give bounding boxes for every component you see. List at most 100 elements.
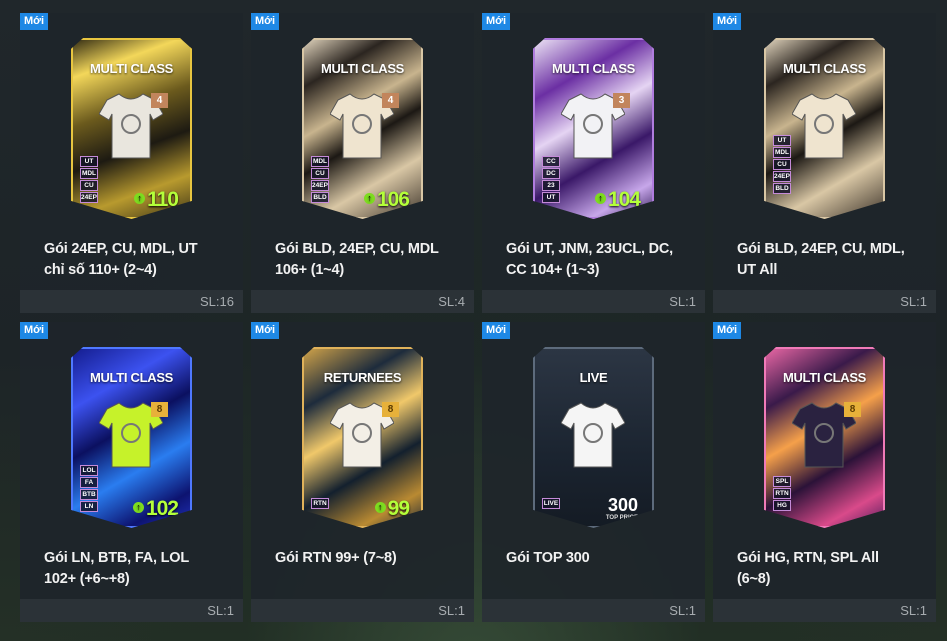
arrow-up-icon: ↑ bbox=[363, 192, 375, 204]
new-badge: Mới bbox=[482, 13, 511, 30]
pack-card-art[interactable]: MULTI CLASS 3 CC DC 23 UT ↑ 104 OVR bbox=[533, 38, 654, 219]
season-tag: MDL bbox=[773, 147, 791, 158]
pack-title: Gói 24EP, CU, MDL, UT chỉ số 110+ (2~4) bbox=[44, 239, 240, 281]
new-badge: Mới bbox=[20, 322, 49, 339]
top-price-value: 300 bbox=[607, 495, 638, 515]
arrow-up-icon: ↑ bbox=[132, 501, 144, 513]
season-tags: UT MDL CU 24EP BLD bbox=[773, 135, 791, 195]
card-class-label: MULTI CLASS bbox=[782, 61, 867, 76]
season-tag: DC bbox=[542, 168, 560, 179]
pack-tile[interactable]: Mới MULTI CLASS 8 SPL RTN HG Gói HG, RTN, SPL … bbox=[713, 322, 936, 622]
pack-tile[interactable]: Mới MULTI CLASS 3 CC DC 23 UT ↑ 104 OVR Gói UT, JN… bbox=[482, 13, 705, 313]
pack-title-line-1: Gói BLD, 24EP, CU, MDL, bbox=[737, 241, 905, 257]
season-tag: BLD bbox=[311, 192, 329, 203]
ovr-number: 102 bbox=[145, 497, 179, 520]
pack-title-line-2: CC 104+ (1~3) bbox=[506, 262, 600, 278]
jersey-icon bbox=[561, 399, 625, 469]
season-tag: SPL bbox=[773, 476, 791, 487]
pack-quantity: SL:1 bbox=[207, 603, 234, 618]
season-tag: CC bbox=[542, 156, 560, 167]
pack-footer: SL:1 bbox=[20, 599, 243, 622]
card-class-label: MULTI CLASS bbox=[551, 61, 636, 76]
pack-title: Gói BLD, 24EP, CU, MDL 106+ (1~4) bbox=[275, 239, 471, 281]
season-tags: UT MDL CU 24EP bbox=[80, 156, 98, 204]
level-badge: 4 bbox=[151, 93, 168, 108]
ovr-number: 104 bbox=[607, 188, 641, 211]
season-tag: RTN bbox=[311, 498, 329, 509]
top-price-label: TOP PRICE bbox=[605, 515, 638, 521]
pack-tile[interactable]: Mới MULTI CLASS 4 UT MDL CU 24EP ↑ 110 OVR Gói 24E… bbox=[20, 13, 243, 313]
season-tags: LOL FA BTB LN bbox=[80, 465, 98, 513]
level-badge: 8 bbox=[844, 402, 861, 417]
season-tag: MDL bbox=[80, 168, 98, 179]
pack-card-art[interactable]: LIVE LIVE 300 TOP PRICE bbox=[533, 347, 654, 528]
pack-tile[interactable]: Mới MULTI CLASS UT MDL CU 24EP BLD Gói BLD, 24E… bbox=[713, 13, 936, 313]
new-badge: Mới bbox=[713, 13, 742, 30]
ovr-value: ↑ 102 bbox=[132, 497, 179, 521]
pack-quantity: SL:1 bbox=[900, 294, 927, 309]
level-badge: 3 bbox=[613, 93, 630, 108]
card-class-label: MULTI CLASS bbox=[782, 370, 867, 385]
pack-title-line-2: 106+ (1~4) bbox=[275, 262, 344, 278]
arrow-up-icon: ↑ bbox=[374, 501, 386, 513]
pack-title-line-1: Gói UT, JNM, 23UCL, DC, bbox=[506, 241, 673, 257]
season-tag: UT bbox=[80, 156, 98, 167]
pack-tile[interactable]: Mới MULTI CLASS 4 MDL CU 24EP BLD ↑ 106 OVR Gói BL… bbox=[251, 13, 474, 313]
ovr-label: OVR bbox=[393, 212, 407, 218]
pack-title-line-1: Gói BLD, 24EP, CU, MDL bbox=[275, 241, 439, 257]
pack-title: Gói UT, JNM, 23UCL, DC, CC 104+ (1~3) bbox=[506, 239, 702, 281]
new-badge: Mới bbox=[251, 322, 280, 339]
season-tag: LIVE bbox=[542, 498, 560, 509]
pack-title: Gói HG, RTN, SPL All (6~8) bbox=[737, 548, 933, 590]
pack-footer: SL:1 bbox=[713, 599, 936, 622]
pack-tile[interactable]: Mới LIVE LIVE 300 TOP PRICE Gói TOP 300 SL:1 bbox=[482, 322, 705, 622]
season-tag: BTB bbox=[80, 489, 98, 500]
season-tag: CU bbox=[311, 168, 329, 179]
ovr-label: OVR bbox=[393, 521, 407, 527]
season-tag: 23 bbox=[542, 180, 560, 191]
pack-title-line-1: Gói TOP 300 bbox=[506, 550, 590, 566]
pack-footer: SL:4 bbox=[251, 290, 474, 313]
ovr-label: OVR bbox=[162, 212, 176, 218]
pack-card-art[interactable]: MULTI CLASS 8 SPL RTN HG bbox=[764, 347, 885, 528]
season-tag: CU bbox=[80, 180, 98, 191]
season-tags: LIVE bbox=[542, 498, 560, 510]
pack-title: Gói BLD, 24EP, CU, MDL, UT All bbox=[737, 239, 933, 281]
pack-title-line-2: chỉ số 110+ (2~4) bbox=[44, 262, 157, 278]
ovr-value: ↑ 104 bbox=[594, 188, 641, 212]
season-tag: RTN bbox=[773, 488, 791, 499]
season-tag: FA bbox=[80, 477, 98, 488]
pack-card-art[interactable]: MULTI CLASS 4 MDL CU 24EP BLD ↑ 106 OVR bbox=[302, 38, 423, 219]
pack-card-art[interactable]: RETURNEES 8 RTN ↑ 99 OVR bbox=[302, 347, 423, 528]
pack-card-art[interactable]: MULTI CLASS 8 LOL FA BTB LN ↑ 102 OVR bbox=[71, 347, 192, 528]
season-tag: LOL bbox=[80, 465, 98, 476]
ovr-number: 99 bbox=[387, 497, 410, 520]
season-tag: CU bbox=[773, 159, 791, 170]
pack-title-line-2: UT All bbox=[737, 262, 778, 278]
pack-footer: SL:16 bbox=[20, 290, 243, 313]
new-badge: Mới bbox=[251, 13, 280, 30]
pack-quantity: SL:1 bbox=[669, 603, 696, 618]
pack-footer: SL:1 bbox=[482, 290, 705, 313]
ovr-value: ↑ 106 bbox=[363, 188, 410, 212]
ovr-label: OVR bbox=[162, 521, 176, 527]
season-tags: MDL CU 24EP BLD bbox=[311, 156, 329, 204]
pack-title-line-1: Gói HG, RTN, SPL All bbox=[737, 550, 879, 566]
pack-quantity: SL:1 bbox=[669, 294, 696, 309]
ovr-value: ↑ 110 bbox=[134, 188, 179, 212]
season-tag: HG bbox=[773, 500, 791, 511]
pack-card-art[interactable]: MULTI CLASS 4 UT MDL CU 24EP ↑ 110 OVR bbox=[71, 38, 192, 219]
pack-title: Gói RTN 99+ (7~8) bbox=[275, 548, 471, 569]
ovr-number: 110 bbox=[147, 188, 179, 211]
pack-card-art[interactable]: MULTI CLASS UT MDL CU 24EP BLD bbox=[764, 38, 885, 219]
level-badge: 8 bbox=[151, 402, 168, 417]
pack-footer: SL:1 bbox=[713, 290, 936, 313]
card-class-label: MULTI CLASS bbox=[89, 370, 174, 385]
arrow-up-icon: ↑ bbox=[594, 192, 606, 204]
pack-tile[interactable]: Mới MULTI CLASS 8 LOL FA BTB LN ↑ 102 OVR Gói LN, … bbox=[20, 322, 243, 622]
pack-footer: SL:1 bbox=[251, 599, 474, 622]
pack-quantity: SL:1 bbox=[900, 603, 927, 618]
season-tag: 24EP bbox=[311, 180, 329, 191]
pack-tile[interactable]: Mới RETURNEES 8 RTN ↑ 99 OVR Gói RTN 99+ (7~8) S… bbox=[251, 322, 474, 622]
season-tag: LN bbox=[80, 501, 98, 512]
